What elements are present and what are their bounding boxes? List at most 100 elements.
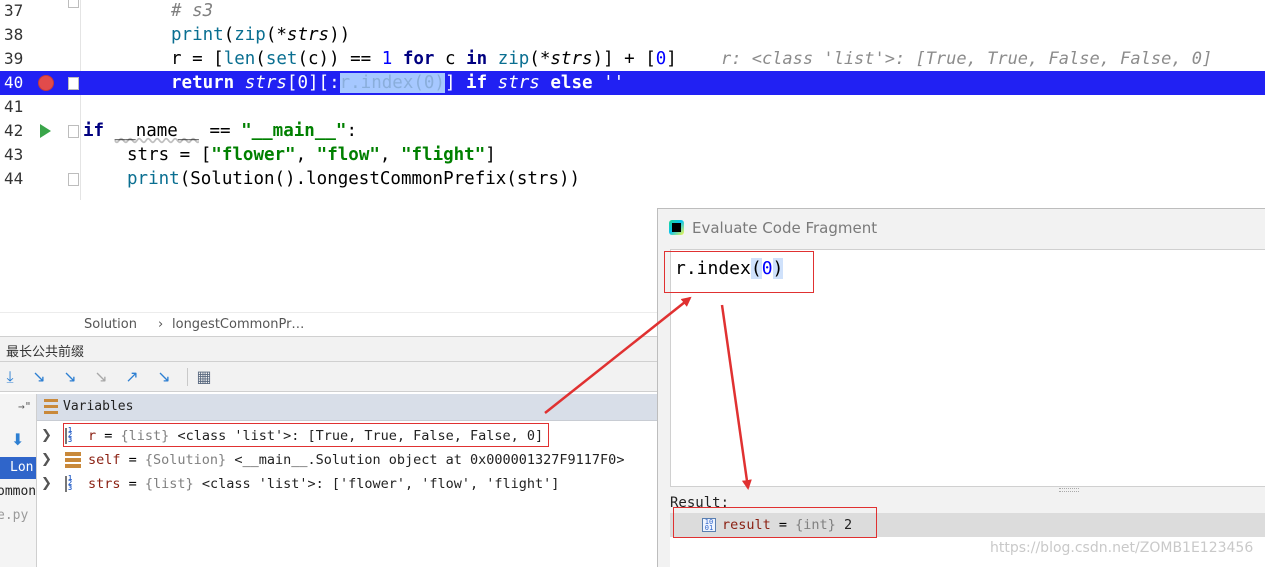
splitter-handle[interactable]: [1059, 488, 1079, 492]
code-token: len: [223, 49, 256, 69]
frames-panel[interactable]: →" ⬇ Lon ommon e.py: [0, 394, 37, 567]
variable-row-strs[interactable]: ❯ 123 strs = {list} <class 'list'>: ['fl…: [37, 472, 660, 496]
line-number: 44: [4, 169, 24, 188]
fold-marker-icon[interactable]: [68, 125, 79, 138]
object-icon: [65, 452, 81, 468]
variable-value: <class 'list'>: ['flower', 'flow', 'flig…: [201, 476, 560, 492]
line-number: 40: [4, 73, 24, 92]
code-token: strs: [497, 73, 540, 93]
code-token: if: [466, 73, 488, 93]
step-out-icon[interactable]: ↗: [122, 368, 142, 386]
code-token: ,: [295, 145, 317, 165]
variable-value: <__main__.Solution object at 0x000001327…: [234, 452, 625, 468]
evaluate-dialog-titlebar[interactable]: Evaluate Code Fragment: [658, 209, 1265, 247]
code-line-41[interactable]: 41: [0, 95, 1265, 119]
code-token: c: [434, 49, 467, 69]
breadcrumb: Solution › longestCommonPr…: [0, 312, 660, 336]
fold-marker-icon[interactable]: [68, 77, 79, 90]
expand-chevron-icon[interactable]: ❯: [41, 472, 52, 496]
variables-label: Variables: [63, 399, 134, 414]
code-token: (*: [529, 49, 551, 69]
evaluate-expression-icon[interactable]: ▦: [194, 368, 214, 386]
variable-eq: =: [120, 476, 145, 492]
frame-item[interactable]: e.py: [0, 505, 34, 527]
step-down-frame-icon[interactable]: ⬇: [11, 430, 24, 449]
variables-header: Variables: [37, 394, 660, 421]
code-line-38[interactable]: 38 print(zip(*strs)): [0, 23, 1265, 47]
frame-item[interactable]: ommon: [0, 481, 36, 503]
variable-eq: =: [120, 452, 145, 468]
debug-toolbar: ⤓ ↘ ↘ ↘ ↗ ↘ ▦: [0, 362, 660, 392]
code-line-44[interactable]: 44 print(Solution().longestCommonPrefix(…: [0, 167, 1265, 191]
code-token: :: [346, 121, 357, 141]
breakpoint-icon[interactable]: [38, 75, 54, 91]
code-token: '': [592, 73, 625, 93]
breadcrumb-item-class[interactable]: Solution: [84, 317, 137, 332]
code-token: (*: [265, 25, 287, 45]
code-token: ==: [198, 121, 242, 141]
code-token: ]: [485, 145, 496, 165]
expand-chevron-icon[interactable]: ❯: [41, 448, 52, 472]
force-step-into-icon[interactable]: ↘: [91, 368, 111, 386]
fold-marker-icon[interactable]: [68, 173, 79, 186]
annotation-box-variable-r: [63, 423, 549, 447]
code-token: strs: [244, 73, 287, 93]
variable-type: {list}: [144, 476, 202, 492]
breadcrumb-separator: ›: [158, 317, 164, 332]
variable-row-self[interactable]: ❯ self = {Solution} <__main__.Solution o…: [37, 448, 660, 472]
code-token: strs: [286, 25, 330, 45]
code-token: )): [329, 25, 351, 45]
debug-config-name[interactable]: 最长公共前缀: [6, 341, 84, 360]
code-token: ,: [379, 145, 401, 165]
code-token: print: [171, 25, 224, 45]
code-token: (: [255, 49, 266, 69]
watermark: https://blog.csdn.net/ZOMB1E123456: [990, 540, 1254, 556]
variable-name: strs: [88, 476, 121, 492]
code-token: __name__: [114, 121, 199, 141]
code-token: "flight": [400, 145, 486, 165]
line-number: 41: [4, 97, 24, 116]
inline-debug-value: r: <class 'list'>: [True, True, False, F…: [721, 49, 1213, 69]
step-into-icon[interactable]: ↘: [29, 368, 49, 386]
code-line-43[interactable]: 43 strs = ["flower", "flow", "flight"]: [0, 143, 1265, 167]
run-icon[interactable]: [40, 124, 51, 138]
code-token: 0: [655, 49, 667, 69]
code-token: (Solution().longestCommonPrefix(strs)): [179, 169, 581, 189]
code-line-39[interactable]: 39 r = [len(set(c)) == 1 for c in zip(*s…: [0, 47, 1265, 71]
code-token: if: [83, 121, 105, 141]
step-into-my-code-icon[interactable]: ↘: [60, 368, 80, 386]
breadcrumb-item-method[interactable]: longestCommonPr…: [172, 317, 304, 332]
code-token: set: [265, 49, 298, 69]
step-over-icon[interactable]: ⤓: [0, 368, 20, 386]
restore-layout-icon[interactable]: →": [18, 400, 31, 413]
code-line-40-execution-point[interactable]: 40 return strs[0][:r.index(0)] if strs e…: [0, 71, 1265, 95]
variable-type: {Solution}: [144, 452, 235, 468]
line-number: 38: [4, 25, 24, 44]
line-number: 42: [4, 121, 24, 140]
code-token: )] + [: [592, 49, 656, 69]
code-line-37[interactable]: 37 # s3: [0, 0, 1265, 23]
debug-tool-window-title: 最长公共前缀: [0, 336, 660, 362]
code-token: "__main__": [241, 121, 347, 141]
code-token: return: [171, 73, 235, 93]
expand-chevron-icon[interactable]: ❯: [41, 424, 52, 448]
code-token: zip: [497, 49, 530, 69]
code-line-42[interactable]: 42 if __name__ == "__main__":: [0, 119, 1265, 143]
line-number: 37: [4, 1, 24, 20]
fold-marker-icon[interactable]: [68, 0, 79, 8]
code-token: (c)) ==: [297, 49, 382, 69]
run-to-cursor-icon[interactable]: ↘: [154, 368, 174, 386]
toolbar-separator: [187, 368, 188, 386]
code-token: for: [402, 49, 435, 69]
frame-item[interactable]: Lon: [0, 457, 36, 479]
evaluate-dialog-title: Evaluate Code Fragment: [692, 219, 878, 237]
code-token: in: [466, 49, 488, 69]
code-token: r = [: [171, 49, 224, 69]
code-selection[interactable]: r.index(0): [339, 73, 445, 93]
